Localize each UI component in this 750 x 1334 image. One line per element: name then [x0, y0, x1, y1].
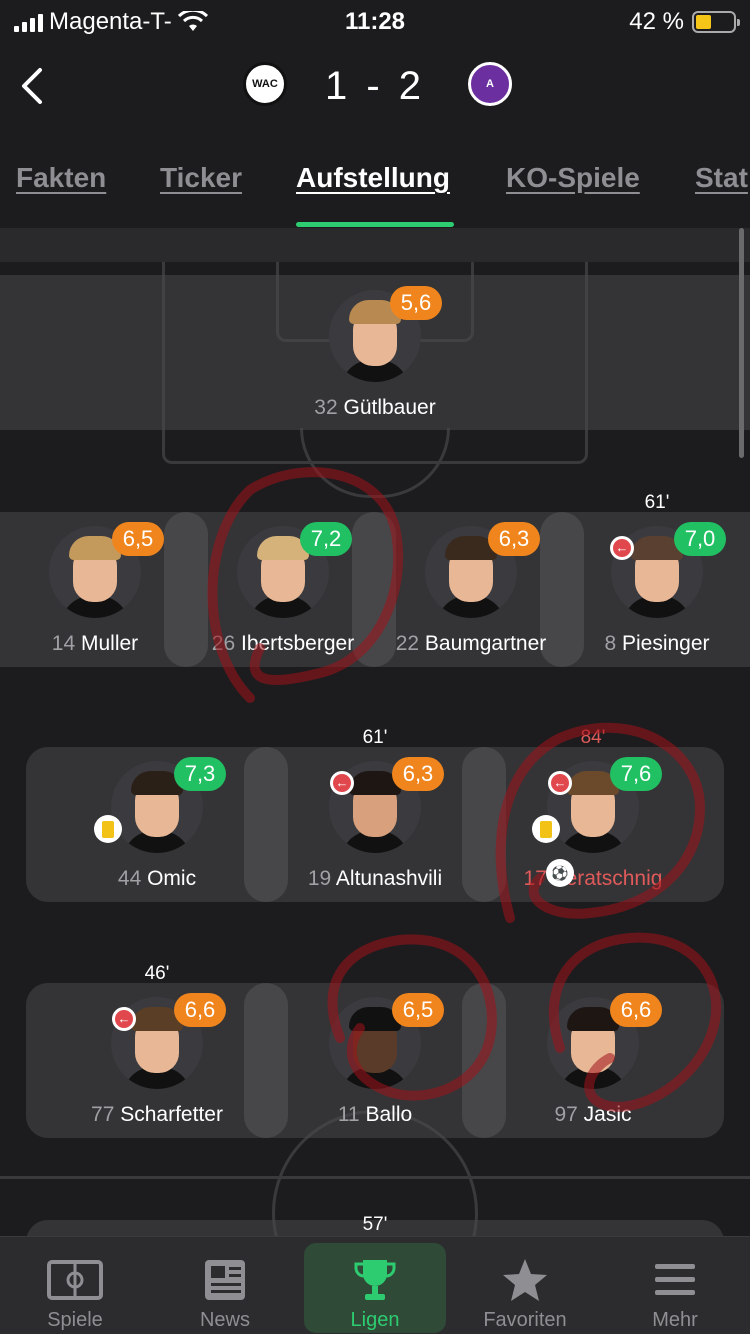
pitch-top-band — [0, 228, 750, 262]
player-name: 26 Ibertsberger — [211, 632, 355, 655]
substitution-minute: 46' — [144, 963, 170, 984]
player-name: 44 Omic — [117, 867, 197, 890]
player-card[interactable]: 84' ← ⚽ 7,6 17 Veratschnig — [498, 727, 688, 891]
player-card[interactable]: 6,5 11 Ballo — [280, 993, 470, 1127]
away-team-crest[interactable]: A — [468, 62, 512, 106]
menu-icon — [647, 1257, 703, 1303]
player-name: 17 Veratschnig — [523, 867, 663, 890]
nav-favoriten[interactable]: Favoriten — [454, 1243, 596, 1333]
nav-label: Mehr — [652, 1309, 698, 1331]
player-rating: 7,3 — [174, 757, 226, 791]
player-card[interactable]: 6,5 14 Muller — [0, 522, 190, 656]
player-rating: 6,5 — [392, 993, 444, 1027]
player-rating: 7,0 — [674, 522, 726, 556]
player-name: 22 Baumgartner — [395, 632, 547, 655]
penalty-arc — [300, 428, 450, 498]
scrollbar[interactable] — [739, 228, 744, 458]
active-tab-indicator — [296, 222, 454, 227]
tab-aufstellung[interactable]: Aufstellung — [296, 162, 450, 194]
substitution-minute: 84' — [580, 727, 606, 748]
substitution-out-icon: ← — [610, 536, 634, 560]
player-rating: 6,3 — [392, 757, 444, 791]
nav-label: Favoriten — [483, 1309, 567, 1331]
star-icon — [497, 1257, 553, 1303]
player-card[interactable]: 6,6 97 Jasic — [498, 993, 688, 1127]
player-card[interactable]: 61' ← 7,0 8 Piesinger — [562, 492, 750, 656]
tab-ko-spiele[interactable]: KO-Spiele — [506, 162, 640, 194]
yellow-card-icon — [94, 815, 122, 843]
battery-icon — [692, 11, 740, 33]
player-rating: 7,6 — [610, 757, 662, 791]
tab-bar: Fakten Ticker Aufstellung KO-Spiele Stat — [0, 150, 750, 230]
tab-statistik[interactable]: Stat — [695, 162, 748, 194]
nav-ligen[interactable]: Ligen — [304, 1243, 446, 1333]
player-rating: 6,3 — [488, 522, 540, 556]
nav-news[interactable]: News — [154, 1243, 296, 1333]
battery-status: 42 % — [629, 8, 740, 36]
player-rating: 5,6 — [390, 286, 442, 320]
status-bar: Magenta-T- 11:28 42 % — [0, 0, 750, 44]
newspaper-icon — [197, 1257, 253, 1303]
match-score: 1 - 2 — [324, 64, 426, 108]
player-name: 11 Ballo — [337, 1103, 413, 1126]
player-name: 8 Piesinger — [604, 632, 710, 655]
player-name: 97 Jasic — [554, 1103, 632, 1126]
substitution-minute: 57' — [362, 1214, 388, 1235]
player-card[interactable]: 7,3 44 Omic — [62, 757, 252, 891]
nav-mehr[interactable]: Mehr — [604, 1243, 746, 1333]
tab-ticker[interactable]: Ticker — [160, 162, 242, 194]
goal-boot-icon: ⚽ — [546, 859, 574, 887]
player-card[interactable]: 46' ← 6,6 77 Scharfetter — [62, 963, 252, 1127]
battery-percent: 42 % — [629, 8, 684, 35]
player-rating: 7,2 — [300, 522, 352, 556]
nav-label: News — [199, 1309, 250, 1331]
bottom-navigation: Spiele News Ligen Favoriten Mehr — [0, 1236, 750, 1334]
substitution-minute: 61' — [362, 727, 388, 748]
nav-label: Ligen — [350, 1309, 400, 1331]
trophy-icon — [347, 1257, 403, 1303]
substitution-out-icon: ← — [330, 771, 354, 795]
player-card[interactable]: 7,2 26 Ibertsberger — [188, 522, 378, 656]
player-card[interactable]: 6,3 22 Baumgartner — [376, 522, 566, 656]
player-name: 19 Altunashvili — [307, 867, 443, 890]
pitch-icon — [47, 1257, 103, 1303]
nav-label: Spiele — [47, 1309, 103, 1331]
lineup-pitch: 5,6 32 Gütlbauer 6,5 14 Muller 7,2 26 Ib… — [0, 228, 750, 1236]
player-rating: 6,5 — [112, 522, 164, 556]
player-rating: 6,6 — [174, 993, 226, 1027]
player-card[interactable]: 61' ← 6,3 19 Altunashvili — [280, 727, 470, 891]
player-name: 32 Gütlbauer — [314, 396, 436, 419]
player-name: 77 Scharfetter — [91, 1103, 223, 1126]
match-header: WAC 1 - 2 A — [0, 44, 750, 144]
substitution-minute: 61' — [644, 492, 670, 513]
player-rating: 6,6 — [610, 993, 662, 1027]
yellow-card-icon — [532, 815, 560, 843]
player-card[interactable]: 5,6 32 Gütlbauer — [280, 286, 470, 420]
player-name: 14 Muller — [51, 632, 139, 655]
nav-spiele[interactable]: Spiele — [4, 1243, 146, 1333]
substitution-out-icon: ← — [112, 1007, 136, 1031]
tab-fakten[interactable]: Fakten — [16, 162, 106, 194]
substitution-out-icon: ← — [548, 771, 572, 795]
